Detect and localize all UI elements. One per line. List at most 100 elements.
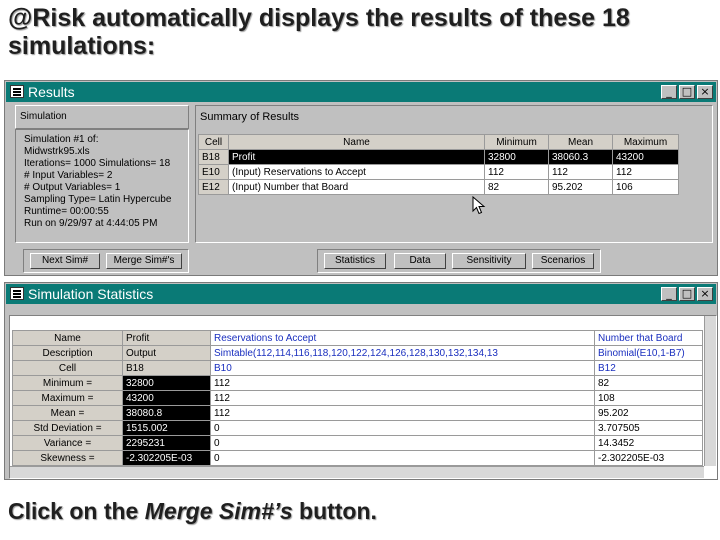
table-row[interactable]: Maximum = 43200 112 108 xyxy=(12,390,703,406)
row-name: (Input) Reservations to Accept xyxy=(228,164,485,180)
reservations-cell: 0 xyxy=(210,450,595,466)
info-line: Runtime= 00:00:55 xyxy=(24,206,109,217)
profit-cell: 1515.002 xyxy=(122,420,211,436)
board-cell: Binomial(E10,1-B7) xyxy=(594,345,703,361)
slide-caption: Click on the Merge Sim#’s button. xyxy=(8,498,377,525)
table-row[interactable]: E10 (Input) Reservations to Accept 112 1… xyxy=(198,164,679,180)
profit-cell: 43200 xyxy=(122,390,211,406)
row-label: Maximum = xyxy=(12,390,123,406)
col-header[interactable]: Name xyxy=(228,134,485,150)
slide-title: @Risk automatically displays the results… xyxy=(8,4,630,60)
col-header[interactable]: Minimum xyxy=(484,134,549,150)
merge-sims-button[interactable]: Merge Sim#'s xyxy=(106,253,182,269)
row-max: 43200 xyxy=(612,149,679,165)
row-mean: 95.202 xyxy=(548,179,613,195)
table-row[interactable]: Std Deviation = 1515.002 0 3.707505 xyxy=(12,420,703,436)
table-row[interactable]: Skewness = -2.302205E-03 0 -2.302205E-03 xyxy=(12,450,703,466)
info-line: # Input Variables= 2 xyxy=(24,170,113,181)
summary-table: Cell Name Minimum Mean Maximum B18 Profi… xyxy=(198,134,679,195)
stats-header-row: Name Profit Reservations to Accept Numbe… xyxy=(12,330,703,346)
col-header[interactable]: Maximum xyxy=(612,134,679,150)
close-button[interactable]: × xyxy=(697,85,713,99)
info-line: Midwstrk95.xls xyxy=(24,146,90,157)
profit-cell: B18 xyxy=(122,360,211,376)
summary-panel: Summary of Results Cell Name Minimum Mea… xyxy=(195,105,713,243)
table-row[interactable]: Mean = 38080.8 112 95.202 xyxy=(12,405,703,421)
row-name: (Input) Number that Board xyxy=(228,179,485,195)
row-label: Mean = xyxy=(12,405,123,421)
scenarios-button[interactable]: Scenarios xyxy=(532,253,594,269)
row-label: Std Deviation = xyxy=(12,420,123,436)
data-button[interactable]: Data xyxy=(394,253,446,269)
reservations-cell: 0 xyxy=(210,435,595,451)
reservations-cell: 112 xyxy=(210,405,595,421)
board-cell: 82 xyxy=(594,375,703,391)
window-menu-icon[interactable] xyxy=(10,85,24,98)
col-header[interactable]: Cell xyxy=(198,134,229,150)
table-row[interactable]: E12 (Input) Number that Board 82 95.202 … xyxy=(198,179,679,195)
simulation-label: Simulation xyxy=(20,111,67,122)
minimize-button[interactable]: _ xyxy=(661,85,677,99)
row-label: Cell xyxy=(12,360,123,376)
info-line: Sampling Type= Latin Hypercube xyxy=(24,194,172,205)
statistics-window: Simulation Statistics _ □ × Name Profit … xyxy=(4,282,718,480)
simulation-info-panel: Simulation #1 of: Midwstrk95.xls Iterati… xyxy=(15,129,189,243)
table-row[interactable]: Description Output Simtable(112,114,116,… xyxy=(12,345,703,361)
reservations-cell: B10 xyxy=(210,360,595,376)
maximize-button[interactable]: □ xyxy=(679,287,695,301)
reservations-cell: 112 xyxy=(210,375,595,391)
board-cell: 95.202 xyxy=(594,405,703,421)
vertical-scrollbar[interactable] xyxy=(704,316,716,466)
maximize-button[interactable]: □ xyxy=(679,85,695,99)
info-line: Simulation #1 of: xyxy=(24,134,99,145)
col-header[interactable]: Mean xyxy=(548,134,613,150)
horizontal-scrollbar[interactable] xyxy=(10,466,704,478)
results-window-title: Results xyxy=(28,84,75,100)
table-row[interactable]: Variance = 2295231 0 14.3452 xyxy=(12,435,703,451)
cell-ref: E12 xyxy=(198,179,229,195)
statistics-window-title: Simulation Statistics xyxy=(28,286,154,302)
table-row[interactable]: B18 Profit 32800 38060.3 43200 xyxy=(198,149,679,165)
board-cell: 3.707505 xyxy=(594,420,703,436)
profit-cell: Output xyxy=(122,345,211,361)
sensitivity-button[interactable]: Sensitivity xyxy=(452,253,526,269)
board-cell: -2.302205E-03 xyxy=(594,450,703,466)
board-cell: 14.3452 xyxy=(594,435,703,451)
table-row[interactable]: Cell B18 B10 B12 xyxy=(12,360,703,376)
row-label: Minimum = xyxy=(12,375,123,391)
statistics-button[interactable]: Statistics xyxy=(324,253,386,269)
col-header[interactable]: Profit xyxy=(122,330,211,346)
info-line: Iterations= 1000 Simulations= 18 xyxy=(24,158,171,169)
next-sim-button[interactable]: Next Sim# xyxy=(30,253,100,269)
row-name: Profit xyxy=(228,149,485,165)
col-header[interactable]: Number that Board xyxy=(594,330,703,346)
simulation-header: Simulation xyxy=(15,105,189,129)
results-titlebar[interactable]: Results _ □ × xyxy=(6,82,716,102)
row-min: 82 xyxy=(484,179,549,195)
mouse-pointer-icon xyxy=(472,196,486,215)
row-max: 106 xyxy=(612,179,679,195)
statistics-table: Name Profit Reservations to Accept Numbe… xyxy=(12,330,703,466)
profit-cell: -2.302205E-03 xyxy=(122,450,211,466)
statistics-titlebar[interactable]: Simulation Statistics _ □ × xyxy=(6,284,716,304)
profit-cell: 32800 xyxy=(122,375,211,391)
caption-text: button. xyxy=(292,498,377,524)
profit-cell: 38080.8 xyxy=(122,405,211,421)
report-button-bar: Statistics Data Sensitivity Scenarios xyxy=(317,249,601,273)
info-line: Run on 9/29/97 at 4:44:05 PM xyxy=(24,218,158,229)
row-mean: 38060.3 xyxy=(548,149,613,165)
row-label: Description xyxy=(12,345,123,361)
col-header[interactable]: Reservations to Accept xyxy=(210,330,595,346)
row-mean: 112 xyxy=(548,164,613,180)
info-line: # Output Variables= 1 xyxy=(24,182,121,193)
cell-ref: B18 xyxy=(198,149,229,165)
reservations-cell: 112 xyxy=(210,390,595,406)
profit-cell: 2295231 xyxy=(122,435,211,451)
board-cell: B12 xyxy=(594,360,703,376)
row-label: Name xyxy=(12,330,123,346)
window-menu-icon[interactable] xyxy=(10,287,24,300)
table-row[interactable]: Minimum = 32800 112 82 xyxy=(12,375,703,391)
close-button[interactable]: × xyxy=(697,287,713,301)
reservations-cell: 0 xyxy=(210,420,595,436)
minimize-button[interactable]: _ xyxy=(661,287,677,301)
